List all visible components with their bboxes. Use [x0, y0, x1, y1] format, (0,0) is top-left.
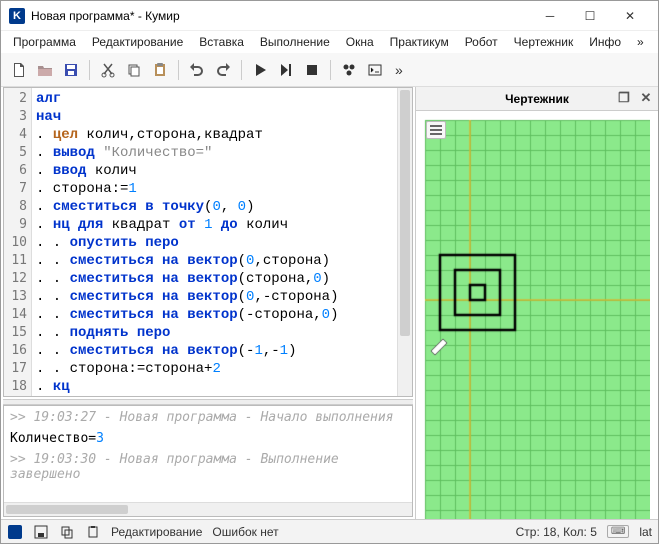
menu-item[interactable]: Редактирование — [86, 33, 189, 51]
close-button[interactable]: ✕ — [610, 2, 650, 30]
window-title: Новая программа* - Кумир — [31, 9, 530, 23]
status-keyboard-icon[interactable]: ⌨ — [607, 525, 629, 538]
status-errors: Ошибок нет — [212, 525, 278, 539]
console-log-line: >> 19:03:27 - Новая программа - Начало в… — [10, 410, 406, 425]
status-cursor-position: Стр: 18, Кол: 5 — [516, 525, 597, 539]
paste-icon[interactable] — [148, 58, 172, 82]
app-icon: K — [9, 8, 25, 24]
cut-icon[interactable] — [96, 58, 120, 82]
undo-icon[interactable] — [185, 58, 209, 82]
panel-maximize-icon[interactable]: ❐ — [616, 90, 632, 106]
toolbar-overflow[interactable]: » — [395, 62, 403, 78]
menu-item[interactable]: Инфо — [583, 33, 627, 51]
console-input-value: 3 — [96, 431, 104, 446]
editor-gutter: 2 3 4 5 6 7 8 9 10 11 12 13 14 15 16 17 … — [4, 88, 32, 396]
titlebar: K Новая программа* - Кумир ─ ☐ ✕ — [1, 1, 658, 31]
menu-item[interactable]: Чертежник — [508, 33, 580, 51]
output-console[interactable]: >> 19:03:27 - Новая программа - Начало в… — [3, 405, 413, 517]
status-mode: Редактирование — [111, 525, 202, 539]
minimize-button[interactable]: ─ — [530, 2, 570, 30]
new-file-icon[interactable] — [7, 58, 31, 82]
open-file-icon[interactable] — [33, 58, 57, 82]
console-scrollbar-horizontal[interactable] — [4, 502, 412, 516]
toolbar: » — [1, 53, 658, 87]
status-save-icon[interactable] — [33, 524, 49, 540]
menu-item[interactable]: Вставка — [193, 33, 250, 51]
code-editor[interactable]: 2 3 4 5 6 7 8 9 10 11 12 13 14 15 16 17 … — [3, 87, 413, 397]
menu-item[interactable]: Робот — [459, 33, 504, 51]
menu-item[interactable]: Окна — [340, 33, 380, 51]
menu-item[interactable]: Выполнение — [254, 33, 336, 51]
status-app-icon — [7, 524, 23, 540]
console-icon[interactable] — [363, 58, 387, 82]
menu-item[interactable]: Программа — [7, 33, 82, 51]
console-log-line: >> 19:03:30 - Новая программа - Выполнен… — [10, 452, 406, 482]
redo-icon[interactable] — [211, 58, 235, 82]
step-icon[interactable] — [274, 58, 298, 82]
editor-scrollbar-vertical[interactable] — [397, 88, 412, 396]
drawer-canvas-area — [416, 111, 658, 519]
menu-item[interactable]: Практикум — [384, 33, 455, 51]
panel-close-icon[interactable]: ✕ — [638, 90, 654, 106]
run-icon[interactable] — [248, 58, 272, 82]
menubar: ПрограммаРедактированиеВставкаВыполнение… — [1, 31, 658, 53]
drawer-panel-title: Чертежник ❐ ✕ — [416, 87, 658, 111]
drawer-canvas[interactable] — [420, 115, 650, 519]
actors-icon[interactable] — [337, 58, 361, 82]
drawer-panel-label: Чертежник — [505, 92, 569, 106]
statusbar: Редактирование Ошибок нет Стр: 18, Кол: … — [1, 519, 658, 543]
status-input-lang[interactable]: lat — [639, 525, 652, 539]
console-prompt: Количество=3 — [10, 431, 406, 446]
save-file-icon[interactable] — [59, 58, 83, 82]
console-prompt-label: Количество= — [10, 431, 96, 446]
status-paste-icon[interactable] — [85, 524, 101, 540]
editor-content[interactable]: алг нач . цел колич,сторона,квадрат . вы… — [32, 88, 412, 396]
status-copy-icon[interactable] — [59, 524, 75, 540]
stop-icon[interactable] — [300, 58, 324, 82]
menu-item[interactable]: » — [631, 33, 650, 51]
canvas-menu-icon[interactable] — [426, 121, 446, 139]
maximize-button[interactable]: ☐ — [570, 2, 610, 30]
copy-icon[interactable] — [122, 58, 146, 82]
